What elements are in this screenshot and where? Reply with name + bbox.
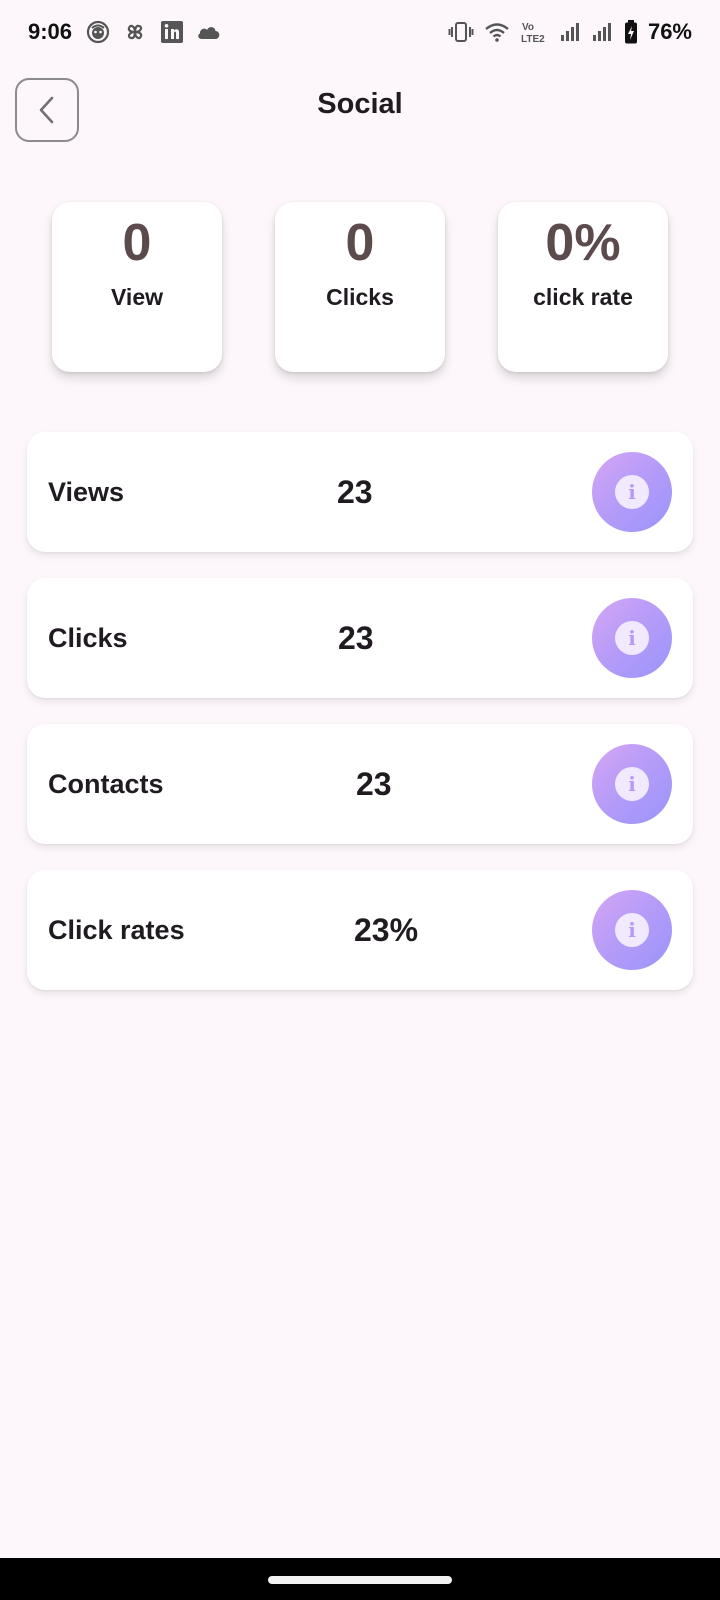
summary-label: View [111,284,163,310]
linkedin-icon [160,20,184,44]
status-bar: 9:06 Vo LTE2 76% [0,0,720,64]
home-gesture-handle[interactable] [268,1576,452,1584]
metric-row-clicks: Clicks 23 i [27,578,693,698]
metric-value: 23% [354,912,419,948]
summary-value: 0 [345,214,375,272]
vibrate-icon [448,21,474,43]
top-bar: Social [0,78,720,144]
volte-icon: Vo LTE2 [520,20,550,44]
metric-label: Clicks [48,623,128,653]
summary-card-views: 0 View [52,202,222,372]
info-icon: i [615,767,649,801]
summary-row: 0 View 0 Clicks 0% click rate [52,202,668,372]
info-icon: i [615,913,649,947]
navigation-bar [0,1558,720,1600]
metric-row-views: Views 23 i [27,432,693,552]
info-icon: i [615,475,649,509]
metric-value: 23 [356,766,392,802]
metric-list: Views 23 i Clicks 23 i Contacts 23 i Cli… [27,432,693,1016]
signal-icon [560,22,582,42]
info-button-click-rates[interactable]: i [592,890,672,970]
info-button-views[interactable]: i [592,452,672,532]
metric-value: 23 [338,620,374,656]
status-time: 9:06 [28,19,73,44]
metric-row-contacts: Contacts 23 i [27,724,693,844]
metric-label: Contacts [48,769,164,799]
signal-icon [592,22,614,42]
metric-label: Views [48,477,125,507]
system-icons: Vo LTE2 76% [448,19,692,45]
summary-card-click-rate: 0% click rate [498,202,668,372]
metric-value: 23 [337,474,373,510]
info-icon: i [615,621,649,655]
page-title: Social [317,88,403,120]
svg-text:Vo: Vo [522,22,534,33]
screen: 9:06 Vo LTE2 76% Social 0 View 0 Clicks … [0,0,720,1600]
summary-value: 0% [545,214,621,272]
summary-card-clicks: 0 Clicks [275,202,445,372]
wifi-icon [484,21,510,43]
info-button-contacts[interactable]: i [592,744,672,824]
metric-label: Click rates [48,915,185,945]
face-icon [86,20,110,44]
pinwheel-icon [122,19,148,45]
summary-label: click rate [533,284,633,310]
info-button-clicks[interactable]: i [592,598,672,678]
metric-row-click-rates: Click rates 23% i [27,870,693,990]
battery-icon [624,20,638,44]
summary-label: Clicks [326,284,394,310]
svg-text:LTE2: LTE2 [521,34,545,44]
cloud-icon [196,22,222,42]
battery-percent: 76% [647,19,692,44]
notification-icons [86,19,222,45]
summary-value: 0 [122,214,152,272]
